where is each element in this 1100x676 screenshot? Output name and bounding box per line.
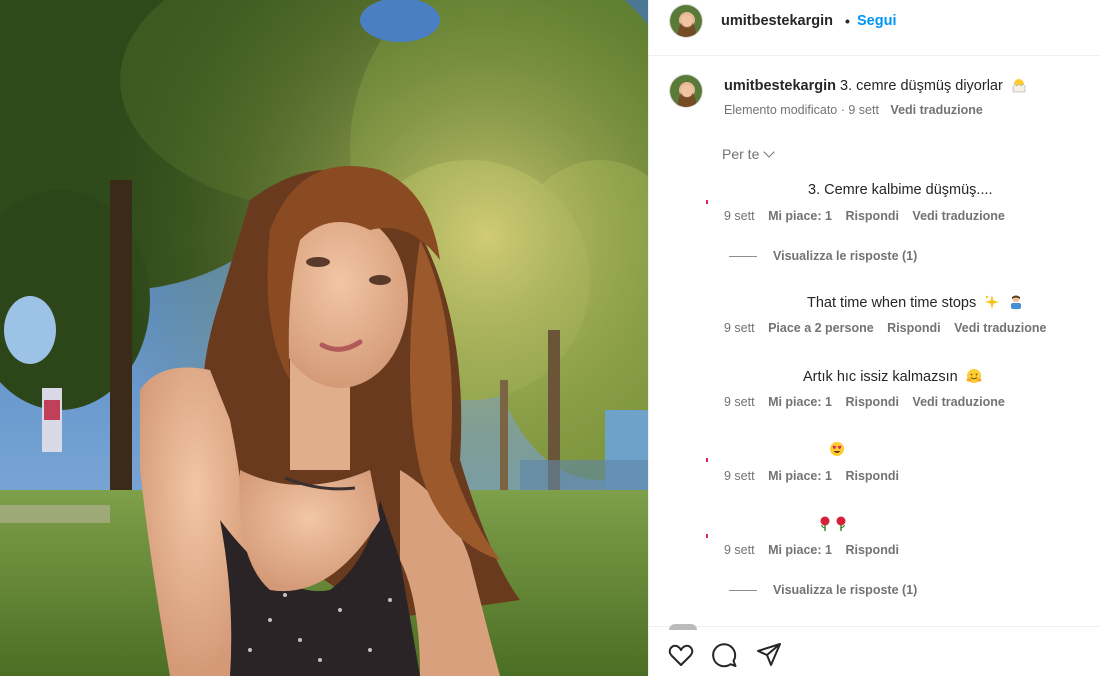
rose-icon (836, 516, 846, 531)
comment-meta: 9 sett Mi piace: 1 Rispondi (724, 469, 909, 483)
replies-divider (729, 590, 757, 592)
comment-text-line: Artık hıc issiz kalmazsın (803, 368, 982, 385)
caption-text: 3. cemre düşmüş diyorlar (840, 78, 1003, 94)
reply-button[interactable]: Rispondi (845, 543, 898, 557)
view-replies-label: Visualizza le risposte (1) (773, 583, 918, 597)
see-translation-link[interactable]: Vedi traduzione (912, 209, 1004, 223)
sort-dropdown[interactable]: Per te (722, 146, 776, 162)
header-username[interactable]: umitbestekargin (721, 13, 833, 29)
chevron-down-icon (763, 146, 776, 158)
post-photo[interactable] (0, 0, 648, 676)
share-icon[interactable] (755, 641, 783, 669)
hugging-face-icon (966, 369, 982, 383)
comment-likes[interactable]: Mi piace: 1 (768, 469, 832, 483)
avatar[interactable] (669, 4, 703, 38)
comment-meta: 9 sett Mi piace: 1 Rispondi (724, 543, 909, 557)
post-header: umitbestekargin • Segui (649, 0, 1100, 56)
heart-icon[interactable] (667, 641, 695, 669)
caption-username[interactable]: umitbestekargin (724, 78, 836, 94)
view-replies-label: Visualizza le risposte (1) (773, 249, 918, 263)
comment-text-line: That time when time stops (807, 294, 1024, 311)
reply-button[interactable]: Rispondi (845, 209, 898, 223)
follow-button[interactable]: Segui (857, 13, 896, 29)
rose-icon (820, 516, 830, 531)
comment-text: Artık hıc issiz kalmazsın (803, 369, 958, 385)
comment-time: 9 sett (724, 395, 755, 409)
comment-time: 9 sett (724, 209, 755, 223)
comment-meta: 9 sett Mi piace: 1 Rispondi Vedi traduzi… (724, 395, 1015, 409)
sparkles-icon (985, 295, 1000, 309)
comment-likes[interactable]: Mi piace: 1 (768, 543, 832, 557)
post-side-panel: umitbestekargin • Segui umitbestekargin … (648, 0, 1100, 676)
comment-text-line (813, 515, 849, 532)
comment-time: 9 sett (724, 543, 755, 557)
comment-text: 3. Cemre kalbime düşmüş.... (808, 182, 993, 198)
caption-line: umitbestekargin 3. cemre düşmüş diyorlar (724, 77, 1027, 94)
reply-button[interactable]: Rispondi (845, 395, 898, 409)
replies-divider (729, 256, 757, 258)
comment-meta: 9 sett Piace a 2 persone Rispondi Vedi t… (724, 321, 1057, 335)
caption-meta: Elemento modificato · 9 sett Vedi traduz… (724, 103, 983, 117)
reply-button[interactable]: Rispondi (887, 321, 940, 335)
comment-text-line (825, 441, 845, 458)
comment-likes[interactable]: Piace a 2 persone (768, 321, 874, 335)
comment-time: 9 sett (724, 321, 755, 335)
comment-likes[interactable]: Mi piace: 1 (768, 209, 832, 223)
next-avatar-peek (669, 624, 697, 630)
see-translation-link[interactable]: Vedi traduzione (912, 395, 1004, 409)
caption-edited: Elemento modificato · 9 sett (724, 103, 879, 117)
avatar-image (670, 75, 702, 107)
post-image (0, 0, 648, 676)
view-replies-button[interactable]: Visualizza le risposte (1) (729, 583, 917, 597)
see-translation-link[interactable]: Vedi traduzione (954, 321, 1046, 335)
sort-label: Per te (722, 146, 760, 162)
view-replies-button[interactable]: Visualizza le risposte (1) (729, 249, 917, 263)
avatar-image (670, 5, 702, 37)
reply-button[interactable]: Rispondi (845, 469, 898, 483)
caption-avatar[interactable] (669, 74, 703, 108)
separator-dot: • (845, 13, 850, 29)
comment-meta: 9 sett Mi piace: 1 Rispondi Vedi traduzi… (724, 209, 1015, 223)
action-bar (649, 624, 1100, 676)
red-marker (706, 200, 708, 204)
heart-eyes-icon (830, 442, 844, 456)
hatching-chick-icon (1012, 79, 1026, 93)
person-tipping-hand-icon (1011, 295, 1022, 309)
red-marker (706, 534, 708, 538)
see-translation-link[interactable]: Vedi traduzione (890, 103, 982, 117)
comment-icon[interactable] (711, 641, 739, 669)
red-marker (706, 458, 708, 462)
comment-likes[interactable]: Mi piace: 1 (768, 395, 832, 409)
comment-time: 9 sett (724, 469, 755, 483)
comment-text: That time when time stops (807, 295, 977, 311)
